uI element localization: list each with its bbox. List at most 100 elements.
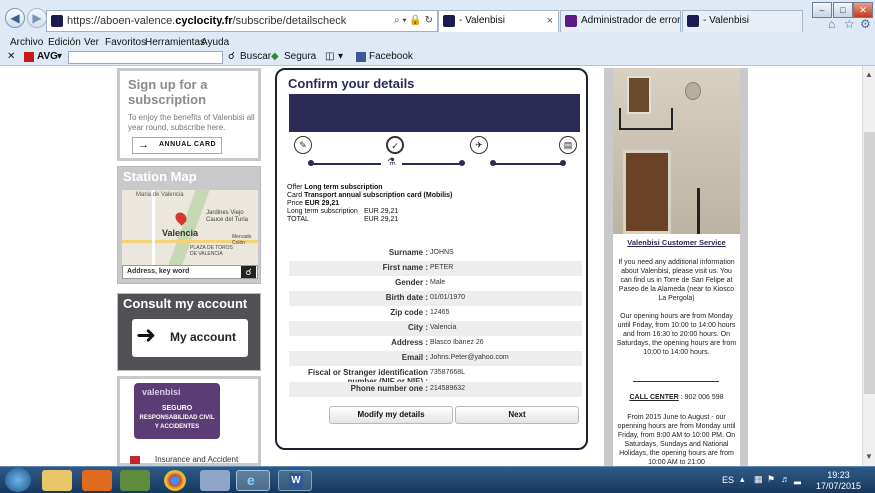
annual-card-label: ANNUAL CARD <box>159 141 217 148</box>
menu-herramientas[interactable]: Herramientas <box>145 37 205 48</box>
facebook-link[interactable]: Facebook <box>369 51 413 62</box>
secure-label[interactable]: Segura <box>284 51 316 62</box>
windows-taskbar: e W ES ▴ ▦ ⚑ ♬ ▂ 19:23 17/07/2015 <box>0 466 875 493</box>
my-account-button[interactable]: ➜ My account <box>132 319 248 357</box>
summary-value: EUR 29,21 <box>304 200 340 207</box>
address-bar[interactable]: https://aboen-valence.cyclocity.fr/subsc… <box>46 10 438 32</box>
word-taskbar-icon[interactable]: W <box>278 470 312 491</box>
tab-valenbisi-2[interactable]: - Valenbisi <box>682 10 803 32</box>
calculator-taskbar-icon[interactable] <box>200 470 230 491</box>
tray-flag-icon[interactable]: ⚑ <box>767 474 775 485</box>
progress-line <box>493 163 561 165</box>
valenbisi-tab-icon <box>443 15 455 27</box>
search-icon[interactable]: ☌ <box>228 51 235 62</box>
summary-value: Transport annual subscription card (Mobi… <box>304 192 453 199</box>
trash-icon[interactable]: ◫ <box>325 51 334 62</box>
ie-taskbar-icon[interactable]: e <box>236 470 270 491</box>
minimize-icon[interactable]: – <box>812 2 832 18</box>
menu-favoritos[interactable]: Favoritos <box>105 37 146 48</box>
tab-valenbisi-active[interactable]: - Valenbisi × <box>438 10 559 32</box>
avg-label[interactable]: AVG <box>37 51 58 62</box>
close-tab-icon[interactable]: × <box>547 11 553 31</box>
summary-long-term: Long term subscription EUR 29,21 <box>287 208 398 215</box>
bike-icon: ⚗ <box>387 157 396 168</box>
scroll-up-icon[interactable]: ▲ <box>865 70 873 79</box>
address-placeholder: Address, key word <box>127 268 190 275</box>
signal-icon[interactable]: ▂ <box>794 474 801 485</box>
presentation-taskbar-icon[interactable] <box>120 470 150 491</box>
summary-label: Long term subscription <box>287 208 358 215</box>
chrome-taskbar-icon[interactable] <box>164 470 186 491</box>
scrollbar-thumb[interactable] <box>864 132 875 394</box>
tab-error-admin[interactable]: Administrador de errores de ... <box>560 10 681 32</box>
volume-icon[interactable]: ♬ <box>781 474 790 484</box>
annual-card-button[interactable]: → ANNUAL CARD <box>132 137 222 154</box>
maximize-icon[interactable]: □ <box>833 2 853 18</box>
field-row-zip-code: Zip code :12465 <box>289 306 582 321</box>
step-check-icon: ✓ <box>386 136 404 154</box>
signup-text: To enjoy the benefits of Valenbisi all y… <box>128 113 255 132</box>
field-row-fiscal-id: Fiscal or Stranger identification number… <box>289 366 582 386</box>
search-button[interactable]: Buscar <box>240 51 271 62</box>
field-row-surname: Surname : JOHNS <box>289 246 582 261</box>
balcony-railing <box>619 108 673 130</box>
tray-arrow-icon[interactable]: ▴ <box>740 474 745 485</box>
menu-archivo[interactable]: Archivo <box>10 37 43 48</box>
map-label: Maria de Valencia <box>136 192 184 198</box>
home-icon[interactable]: ⌂ <box>828 17 835 31</box>
field-label: Surname : <box>388 248 428 257</box>
field-value: JOHNS <box>430 249 454 256</box>
map-label: Valencia <box>162 228 199 238</box>
favorites-star-icon[interactable]: ☆ <box>844 17 855 31</box>
url-text: https://aboen-valence.cyclocity.fr/subsc… <box>67 15 347 27</box>
close-toolbar-icon[interactable]: ✕ <box>7 51 15 62</box>
field-row-phone: Phone number one :214589632 <box>289 382 582 397</box>
media-player-taskbar-icon[interactable] <box>82 470 112 491</box>
menu-edicion[interactable]: Edición <box>48 37 81 48</box>
field-label: City : <box>408 323 428 332</box>
word-logo-icon: W <box>289 473 303 488</box>
insurance-line: SEGURO <box>161 405 193 412</box>
progress-dot <box>560 160 566 166</box>
insurance-line: Y ACCIDENTES <box>154 424 200 430</box>
back-icon[interactable]: ◀ <box>5 8 25 28</box>
shield-icon: ◆ <box>271 51 279 62</box>
avg-search-input[interactable] <box>68 51 223 64</box>
summary-total: TOTAL EUR 29,21 <box>287 216 398 223</box>
station-map[interactable]: Maria de Valencia Valencia Jardines Viej… <box>122 190 258 265</box>
tray-network-icon[interactable]: ▦ <box>754 474 763 485</box>
search-icon[interactable]: ☌ <box>241 266 256 278</box>
close-window-icon[interactable]: ✕ <box>853 2 873 18</box>
url-controls[interactable]: ⌕ ▾ 🔒 ↻ <box>394 15 433 26</box>
field-row-city: City : Valencia <box>289 321 582 336</box>
system-clock[interactable]: 19:23 17/07/2015 <box>816 470 861 492</box>
explorer-taskbar-icon[interactable] <box>42 470 72 491</box>
insurance-caption: Insurance and Accident <box>155 455 239 464</box>
page-scrollbar[interactable]: ▲ ▼ <box>862 66 875 466</box>
menu-ayuda[interactable]: Ayuda <box>201 37 229 48</box>
settings-gear-icon[interactable]: ⚙ <box>860 17 871 31</box>
map-road <box>152 190 155 265</box>
next-button[interactable]: Next <box>455 406 579 424</box>
valenbisi-logo-text: valenbisi <box>142 387 181 397</box>
field-value: 01/01/1970 <box>430 294 466 301</box>
consult-account-card: Consult my account ➜ My account <box>117 293 261 371</box>
arrow-right-icon: → <box>138 139 149 151</box>
scroll-down-icon[interactable]: ▼ <box>865 452 873 461</box>
service-info-text: If you need any additional information a… <box>618 259 735 302</box>
customer-service-card: Valenbisi Customer Service If you need a… <box>613 68 740 466</box>
chevron-down-icon[interactable]: ▾ <box>57 51 62 62</box>
language-indicator[interactable]: ES <box>722 475 734 485</box>
address-search-field[interactable]: Address, key word ☌ <box>122 265 258 279</box>
start-button-icon[interactable] <box>5 468 31 492</box>
step-edit-icon: ✎ <box>294 136 312 154</box>
service-office-photo <box>613 68 740 234</box>
field-row-address: Address : Blasco Ibanez 26 <box>289 336 582 351</box>
insurance-card[interactable]: valenbisi SEGURO RESPONSABILIDAD CIVIL Y… <box>117 376 261 466</box>
forward-icon[interactable]: ▶ <box>27 8 47 28</box>
menu-ver[interactable]: Ver <box>84 37 99 48</box>
lamp-post <box>697 188 700 234</box>
chevron-down-icon[interactable]: ▾ <box>338 51 343 62</box>
modify-details-button[interactable]: Modify my details <box>329 406 453 424</box>
insurance-badge: valenbisi SEGURO RESPONSABILIDAD CIVIL Y… <box>134 383 220 439</box>
